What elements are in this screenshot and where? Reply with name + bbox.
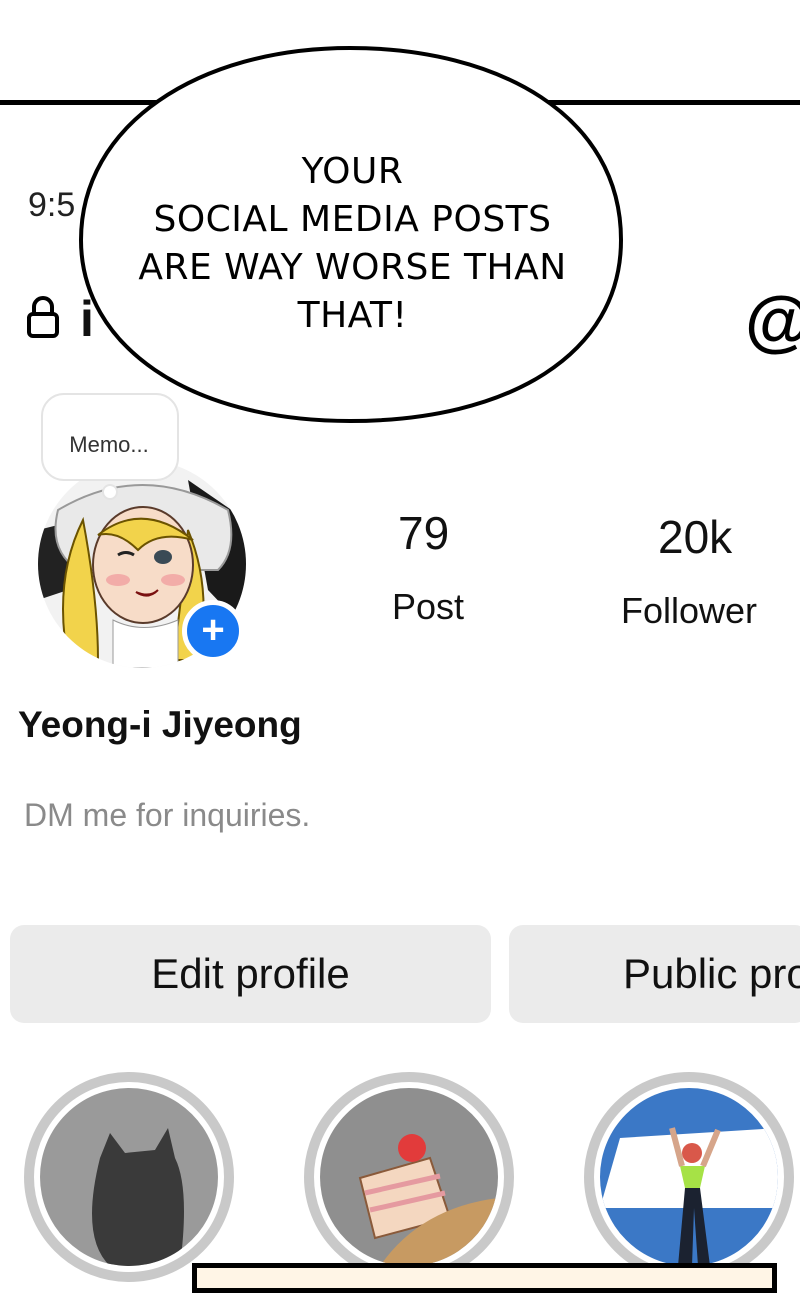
- memo-text: Memo...: [69, 432, 149, 457]
- next-panel-edge: [192, 1263, 777, 1293]
- follower-label[interactable]: Follower: [621, 590, 757, 632]
- edit-profile-label: Edit profile: [151, 950, 350, 997]
- post-count[interactable]: 79: [398, 506, 449, 560]
- speech-line-4: THAT!: [297, 295, 408, 336]
- edit-profile-button[interactable]: Edit profile: [10, 925, 491, 1023]
- highlight-cake-image: [320, 1088, 498, 1266]
- highlight-cat-image: [40, 1088, 218, 1266]
- speech-bubble-text: YOUR SOCIAL MEDIA POSTS ARE WAY WORSE TH…: [125, 148, 580, 340]
- highlight-item[interactable]: [304, 1072, 514, 1282]
- highlight-person-image: [600, 1088, 778, 1266]
- plus-icon: +: [201, 608, 225, 652]
- public-profile-label: Public pro: [623, 950, 800, 997]
- lock-icon: [27, 296, 59, 338]
- speech-line-1: YOUR: [301, 151, 404, 192]
- post-label[interactable]: Post: [392, 586, 464, 628]
- at-sign-icon[interactable]: @: [745, 282, 800, 360]
- status-time: 9:5: [28, 186, 76, 224]
- profile-name: Yeong-i Jiyeong: [18, 704, 302, 745]
- speech-line-3: ARE WAY WORSE THAN: [138, 247, 567, 288]
- follower-count[interactable]: 20k: [658, 510, 732, 564]
- highlight-item[interactable]: [24, 1072, 234, 1282]
- highlight-item[interactable]: [584, 1072, 794, 1282]
- public-profile-button[interactable]: Public pro: [509, 925, 800, 1023]
- add-story-button[interactable]: +: [182, 600, 244, 662]
- speech-line-2: SOCIAL MEDIA POSTS: [153, 199, 552, 240]
- profile-bio: DM me for inquiries.: [24, 797, 311, 833]
